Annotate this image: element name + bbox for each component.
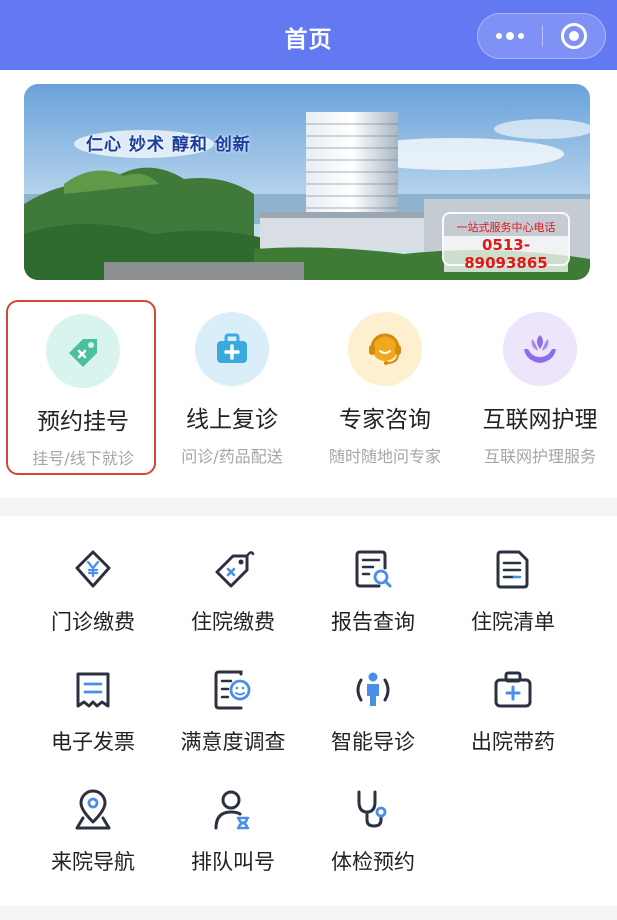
hotline-badge: 一站式服务中心电话 0513-89093865 <box>442 212 570 272</box>
grid-item-smart-guide[interactable]: 智能导诊 <box>298 668 448 778</box>
bottom-divider <box>0 906 617 920</box>
grid-item-report-query[interactable]: 报告查询 <box>298 548 448 658</box>
service-appointment[interactable]: 预约挂号 挂号/线下就诊 <box>6 300 156 475</box>
service-sublabel: 问诊/药品配送 <box>181 447 283 466</box>
capsule-divider <box>542 25 543 47</box>
grid-item-label: 报告查询 <box>331 610 415 634</box>
grid-item-satisfaction-survey[interactable]: 满意度调查 <box>158 668 308 778</box>
grid-item-label: 门诊缴费 <box>51 610 135 634</box>
location-pin-icon <box>75 789 111 830</box>
stethoscope-icon <box>357 790 387 828</box>
section-divider <box>0 498 617 516</box>
service-sublabel: 互联网护理服务 <box>483 447 596 466</box>
more-icon[interactable] <box>478 14 542 58</box>
grid-item-label: 来院导航 <box>51 850 135 874</box>
miniprogram-capsule <box>477 13 606 59</box>
service-expert-consult[interactable]: 专家咨询 随时随地问专家 <box>310 300 460 475</box>
service-icon-circle <box>46 314 120 388</box>
service-icon-circle <box>503 312 577 386</box>
grid-item-e-invoice[interactable]: 电子发票 <box>18 668 168 778</box>
medicine-box-icon <box>494 671 532 708</box>
invoice-icon <box>76 672 110 708</box>
grid-item-hospital-navigation[interactable]: 来院导航 <box>18 788 168 898</box>
close-target-icon[interactable] <box>561 23 587 49</box>
grid-item-label: 住院缴费 <box>191 610 275 634</box>
grid-item-checkup-booking[interactable]: 体检预约 <box>298 788 448 898</box>
grid-item-label: 住院清单 <box>471 610 555 634</box>
service-label: 专家咨询 <box>339 407 431 433</box>
price-tag-icon <box>215 551 255 588</box>
grid-item-discharge-medicine[interactable]: 出院带药 <box>438 668 588 778</box>
guide-person-icon <box>356 672 390 706</box>
grid-item-label: 排队叫号 <box>191 850 275 874</box>
grid-item-label: 电子发票 <box>51 730 135 754</box>
service-sublabel: 挂号/线下就诊 <box>32 449 134 468</box>
yuan-tag-icon <box>75 550 111 588</box>
hotline-number: 0513-89093865 <box>444 236 568 272</box>
queue-icon <box>214 790 250 830</box>
grid-item-queue-call[interactable]: 排队叫号 <box>158 788 308 898</box>
service-icon-circle <box>348 312 422 386</box>
hotline-label: 一站式服务中心电话 <box>456 221 556 234</box>
care-hands-icon <box>524 335 556 363</box>
service-internet-nursing[interactable]: 互联网护理 互联网护理服务 <box>465 300 615 475</box>
grid-item-outpatient-payment[interactable]: 门诊缴费 <box>18 548 168 658</box>
medical-kit-icon <box>217 333 247 363</box>
service-label: 预约挂号 <box>37 409 129 435</box>
nav-bar: 首页 <box>0 0 617 70</box>
grid-item-inpatient-list[interactable]: 住院清单 <box>438 548 588 658</box>
report-search-icon <box>355 550 392 588</box>
service-label: 互联网护理 <box>482 407 598 433</box>
headset-icon <box>369 333 401 365</box>
survey-icon <box>214 670 251 710</box>
hospital-slogan: 仁心 妙术 醇和 创新 <box>86 135 251 155</box>
service-icon-circle <box>195 312 269 386</box>
hospital-banner[interactable]: 仁心 妙术 醇和 创新 一站式服务中心电话 0513-89093865 <box>24 84 590 280</box>
grid-item-inpatient-payment[interactable]: 住院缴费 <box>158 548 308 658</box>
service-sublabel: 随时随地问专家 <box>328 447 441 466</box>
service-online-revisit[interactable]: 线上复诊 问诊/药品配送 <box>157 300 307 475</box>
tag-icon <box>69 339 97 367</box>
service-label: 线上复诊 <box>186 407 278 433</box>
grid-item-label: 出院带药 <box>471 730 555 754</box>
grid-item-label: 体检预约 <box>331 850 415 874</box>
grid-item-label: 智能导诊 <box>331 730 415 754</box>
grid-item-label: 满意度调查 <box>180 730 286 754</box>
document-list-icon <box>496 550 529 589</box>
